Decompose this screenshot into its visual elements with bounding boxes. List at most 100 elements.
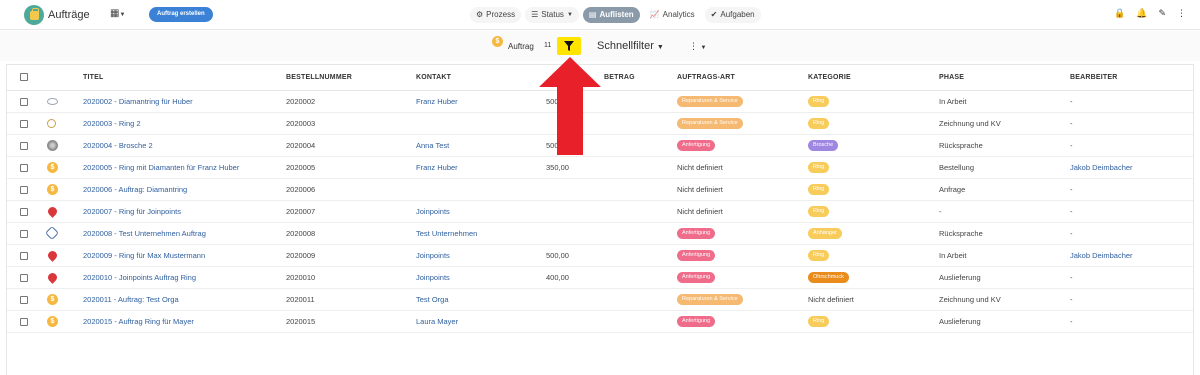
phase: In Arbeit [939, 244, 1070, 267]
assignee[interactable]: - [1070, 200, 1193, 223]
contact-link[interactable]: Franz Huber [416, 90, 546, 113]
row-checkbox[interactable] [20, 273, 28, 282]
order-type-badge: Reparaturen & Service [677, 294, 743, 305]
pin-icon [46, 248, 59, 262]
table-row[interactable]: 2020009 - Ring für Max Mustermann 2020009… [7, 244, 1193, 267]
category-badge: Ring [808, 96, 830, 107]
assignee[interactable]: - [1070, 266, 1193, 289]
order-title-link[interactable]: 2020015 - Auftrag Ring für Mayer [83, 310, 286, 333]
amount [546, 310, 677, 333]
order-type-text: Nicht definiert [677, 206, 723, 216]
amount [546, 288, 677, 311]
tab-auflisten[interactable]: ▤ Auflisten [582, 7, 640, 23]
category-text: Nicht definiert [808, 294, 854, 304]
assignee[interactable]: - [1070, 310, 1193, 333]
create-order-button[interactable]: Auftrag erstellen [149, 7, 213, 22]
tab-analytics[interactable]: 📈 Analytics [644, 7, 701, 23]
quick-filter-dropdown[interactable]: Schnellfilter ▼ [597, 40, 664, 52]
amount [546, 178, 677, 201]
order-title-link[interactable]: 2020010 - Joinpoints Auftrag Ring [83, 266, 286, 289]
table-row[interactable]: 2020008 - Test Unternehmen Auftrag 202000… [7, 222, 1193, 245]
more-options-dropdown[interactable]: ⋮ ▼ [689, 41, 706, 52]
order-number: 2020015 [286, 310, 416, 333]
assignee[interactable]: - [1070, 112, 1193, 135]
order-title-link[interactable]: 2020005 - Ring mit Diamanten für Franz H… [83, 156, 286, 179]
column-header-kategorie[interactable]: KATEGORIE [808, 65, 939, 91]
org-chart-dropdown[interactable]: ▦▼ [110, 8, 125, 19]
column-header-kontakt[interactable]: KONTAKT [416, 65, 546, 91]
filter-button[interactable] [557, 37, 581, 55]
order-type-badge: Anfertigung [677, 272, 716, 283]
order-type-badge: Reparaturen & Service [677, 96, 743, 107]
app-logo-icon[interactable] [24, 5, 44, 25]
order-title-link[interactable]: 2020009 - Ring für Max Mustermann [83, 244, 286, 267]
assignee[interactable]: Jakob Deimbacher [1070, 156, 1193, 179]
edit-icon[interactable]: ✎ [1158, 8, 1166, 19]
assignee[interactable]: Jakob Deimbacher [1070, 244, 1193, 267]
row-checkbox[interactable] [20, 97, 28, 106]
order-number: 2020005 [286, 156, 416, 179]
entity-count: 11 [544, 42, 552, 49]
lock-icon[interactable]: 🔒 [1114, 8, 1125, 19]
assignee[interactable]: - [1070, 178, 1193, 201]
row-checkbox[interactable] [20, 251, 28, 260]
table-row[interactable]: 2020007 - Ring für Joinpoints 2020007 Join… [7, 200, 1193, 223]
row-checkbox[interactable] [20, 229, 28, 238]
quick-filter-label: Schnellfilter [597, 40, 654, 52]
filter-icon [564, 41, 574, 51]
order-title-link[interactable]: 2020011 - Auftrag: Test Orga [83, 288, 286, 311]
assignee[interactable]: - [1070, 288, 1193, 311]
order-type-badge: Anfertigung [677, 316, 716, 327]
order-title-link[interactable]: 2020003 - Ring 2 [83, 112, 286, 135]
contact-link[interactable]: Joinpoints [416, 200, 546, 223]
row-checkbox[interactable] [20, 185, 28, 194]
table-row[interactable]: $2020005 - Ring mit Diamanten für Franz … [7, 156, 1193, 179]
table-row[interactable]: 2020010 - Joinpoints Auftrag Ring 2020010… [7, 266, 1193, 289]
contact-link[interactable]: Joinpoints [416, 266, 546, 289]
order-title-link[interactable]: 2020004 - Brosche 2 [83, 134, 286, 157]
contact-link[interactable]: Franz Huber [416, 156, 546, 179]
contact-link[interactable] [416, 178, 546, 201]
column-header-bestellnummer[interactable]: BESTELLNUMMER [286, 65, 416, 91]
table-row[interactable]: $2020011 - Auftrag: Test Orga 2020011 Test… [7, 288, 1193, 311]
row-checkbox[interactable] [20, 119, 28, 128]
order-title-link[interactable]: 2020002 - Diamantring für Huber [83, 90, 286, 113]
contact-link[interactable] [416, 112, 546, 135]
contact-link[interactable]: Test Unternehmen [416, 222, 546, 245]
phase: In Arbeit [939, 90, 1070, 113]
phase: Zeichnung und KV [939, 112, 1070, 135]
order-number: 2020008 [286, 222, 416, 245]
category-badge: Anhänger [808, 228, 842, 239]
more-vertical-icon[interactable]: ⋮ [1177, 8, 1186, 19]
bell-icon[interactable]: 🔔 [1136, 8, 1147, 19]
row-checkbox[interactable] [20, 141, 28, 150]
tab-aufgaben[interactable]: ✔ Aufgaben [704, 7, 761, 23]
row-checkbox[interactable] [20, 207, 28, 216]
contact-link[interactable]: Laura Mayer [416, 310, 546, 333]
assignee[interactable]: - [1070, 90, 1193, 113]
pin-icon [46, 270, 59, 284]
contact-link[interactable]: Joinpoints [416, 244, 546, 267]
assignee[interactable]: - [1070, 222, 1193, 245]
assignee[interactable]: - [1070, 134, 1193, 157]
order-title-link[interactable]: 2020008 - Test Unternehmen Auftrag [83, 222, 286, 245]
table-row[interactable]: $2020015 - Auftrag Ring für Mayer 2020015… [7, 310, 1193, 333]
tab-status[interactable]: ☰ Status ▼ [525, 7, 579, 23]
row-checkbox[interactable] [20, 295, 28, 304]
column-header-bearbeiter[interactable]: BEARBEITER [1070, 65, 1193, 91]
order-title-link[interactable]: 2020007 - Ring für Joinpoints [83, 200, 286, 223]
row-checkbox[interactable] [20, 163, 28, 172]
contact-link[interactable]: Anna Test [416, 134, 546, 157]
contact-link[interactable]: Test Orga [416, 288, 546, 311]
brooch-icon [47, 139, 58, 151]
tab-prozess[interactable]: ⚙ Prozess [470, 7, 522, 23]
column-header-titel[interactable]: TITEL [83, 65, 286, 91]
select-all-checkbox[interactable] [20, 73, 28, 82]
tab-label: Status [541, 10, 564, 19]
column-header-phase[interactable]: PHASE [939, 65, 1070, 91]
row-checkbox[interactable] [20, 317, 28, 326]
red-arrow-annotation [539, 57, 601, 155]
column-header-auftrags-art[interactable]: AUFTRAGS-ART [677, 65, 808, 91]
table-row[interactable]: $2020006 - Auftrag: Diamantring 2020006 Ni… [7, 178, 1193, 201]
order-title-link[interactable]: 2020006 - Auftrag: Diamantring [83, 178, 286, 201]
